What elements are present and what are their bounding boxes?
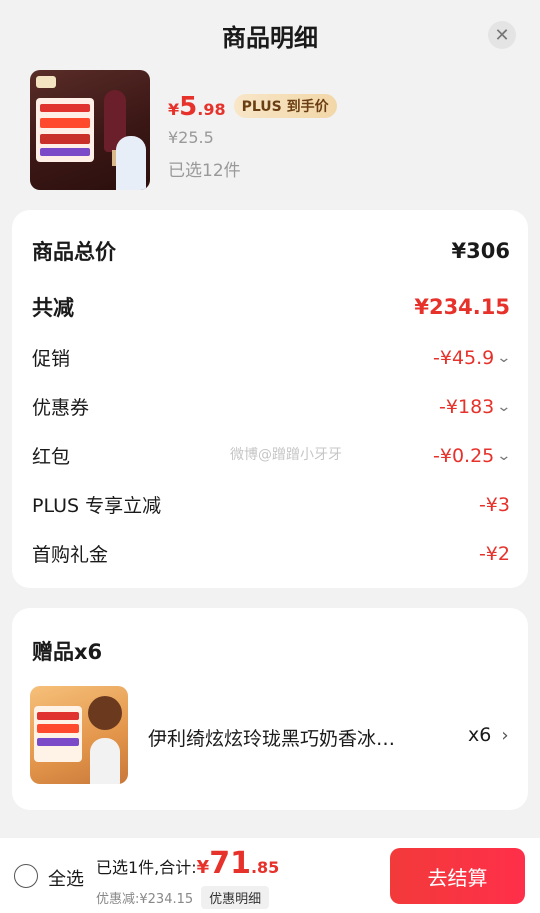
total-reduction-row: 共减 ¥234.15: [32, 292, 510, 322]
first-purchase-row: 首购礼金 -¥2: [32, 540, 510, 567]
promo-graphic: [36, 98, 94, 162]
promotion-label: 促销: [32, 348, 71, 370]
total-price-label: 商品总价: [32, 240, 116, 264]
order-total-label: 已选1件,合计:: [96, 858, 197, 877]
product-image[interactable]: [30, 70, 150, 190]
order-total-symbol: ¥: [196, 857, 210, 878]
product-summary: ¥ 5 .98 PLUS 到手价 ¥25.5 已选12件: [30, 70, 510, 192]
spokesperson-graphic: [116, 136, 146, 190]
red-packet-value: -¥0.25: [433, 444, 495, 467]
coupon-label: 优惠券: [32, 397, 90, 419]
chevron-right-icon: ›: [501, 724, 509, 746]
price-summary-card: 商品总价 ¥306 共减 ¥234.15 促销 -¥45.9 ⌄ 优惠券 -¥18…: [12, 210, 528, 588]
chevron-down-icon[interactable]: ⌄: [497, 399, 512, 415]
red-packet-label: 红包: [32, 446, 71, 468]
gift-image[interactable]: [30, 686, 128, 784]
select-all-label[interactable]: 全选: [48, 865, 84, 891]
selected-count: 已选12件: [168, 161, 241, 181]
plus-discount-label: PLUS 专享立减: [32, 495, 162, 517]
gift-item-quantity[interactable]: x6 ›: [468, 724, 509, 746]
order-total-integer: 71: [209, 846, 251, 881]
discount-detail-button[interactable]: 优惠明细: [201, 886, 270, 909]
price-decimal: .98: [197, 100, 226, 119]
chevron-down-icon[interactable]: ⌄: [497, 350, 512, 366]
first-purchase-label: 首购礼金: [32, 544, 109, 566]
plus-discount-row: PLUS 专享立减 -¥3: [32, 491, 510, 518]
discount-line: 优惠减:¥234.15 优惠明细: [96, 886, 270, 909]
order-detail-sheet: 商品明细 ✕ ¥ 5 .98 PLUS 到手价 ¥25.5 已选12件 商品总价…: [0, 0, 540, 913]
coupon-value: -¥183: [439, 395, 495, 418]
order-total: 已选1件,合计: ¥ 71 .85: [96, 846, 279, 881]
coupon-row[interactable]: 优惠券 -¥183 ⌄: [32, 393, 512, 420]
checkout-button[interactable]: 去结算: [390, 848, 525, 904]
total-price-row: 商品总价 ¥306: [32, 236, 510, 266]
price-integer: 5: [179, 92, 198, 122]
total-reduction-label: 共减: [32, 296, 74, 320]
promotion-row[interactable]: 促销 -¥45.9 ⌄: [32, 344, 512, 371]
close-icon[interactable]: ✕: [488, 21, 516, 49]
first-purchase-value: -¥2: [478, 542, 510, 565]
chocolate-graphic: [88, 696, 122, 730]
spokesperson-graphic: [90, 738, 120, 784]
sheet-header: 商品明细 ✕: [0, 0, 540, 66]
page-title: 商品明细: [222, 24, 318, 52]
plus-price-badge: PLUS 到手价: [233, 94, 337, 118]
select-all-radio[interactable]: [14, 864, 38, 888]
plus-discount-value: -¥3: [478, 493, 510, 516]
checkout-bar: 全选 已选1件,合计: ¥ 71 .85 优惠减:¥234.15 优惠明细 去结…: [0, 838, 540, 913]
original-price: ¥25.5: [168, 128, 214, 147]
brand-logo-icon: [36, 76, 56, 88]
gift-qty-label: x6: [468, 724, 492, 746]
gifts-card: 赠品x6 伊利绮炫炫玲珑黑巧奶香冰… x6 ›: [12, 608, 528, 810]
total-reduction-value: ¥234.15: [414, 295, 510, 319]
gifts-title: 赠品x6: [32, 640, 103, 664]
total-price-value: ¥306: [451, 239, 510, 263]
order-total-decimal: .85: [250, 858, 280, 877]
discount-text: 优惠减:¥234.15: [96, 892, 194, 907]
red-packet-row[interactable]: 红包 -¥0.25 ⌄: [32, 442, 512, 469]
price-symbol: ¥: [168, 100, 180, 119]
chevron-down-icon[interactable]: ⌄: [497, 448, 512, 464]
product-price: ¥ 5 .98 PLUS 到手价: [168, 92, 337, 122]
promotion-value: -¥45.9: [433, 346, 495, 369]
gift-item-name[interactable]: 伊利绮炫炫玲珑黑巧奶香冰…: [148, 724, 438, 751]
